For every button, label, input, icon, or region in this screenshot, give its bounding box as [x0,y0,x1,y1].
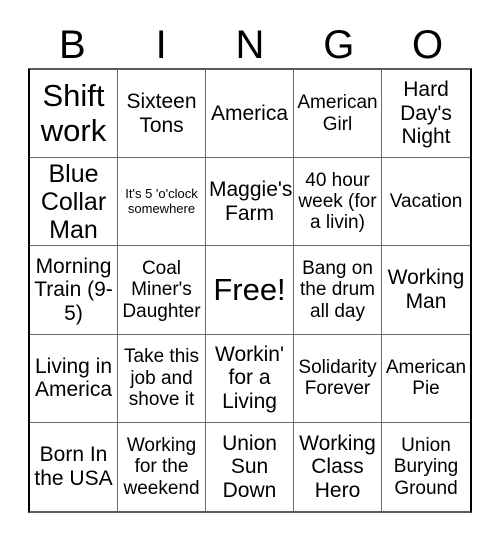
bingo-cell[interactable]: Working Man [382,246,470,335]
bingo-cell[interactable]: Union Sun Down [206,422,294,511]
bingo-cell[interactable]: Union Burying Ground [382,422,470,511]
bingo-cell-label: America [210,101,289,125]
bingo-free-space[interactable]: Free! [206,246,294,335]
bingo-cell[interactable]: America [206,70,294,159]
bingo-cell[interactable]: Sixteen Tons [118,70,206,159]
bingo-cell-label: Working for the weekend [123,434,200,499]
bingo-cell[interactable]: Living in America [30,334,118,423]
bingo-header: B I N G O [28,22,472,68]
bingo-cell[interactable]: Vacation [382,158,470,247]
bingo-cell-label: Maggie's Farm [209,178,293,225]
bingo-cell[interactable]: Hard Day's Night [382,70,470,159]
bingo-cell-label: Working Class Hero [299,431,376,502]
bingo-cell-label: Working Man [387,266,465,313]
bingo-header-letter-i: I [155,23,167,67]
bingo-cell-label: Take this job and shove it [124,346,199,410]
bingo-cell-label: American Girl [297,92,378,135]
bingo-card: B I N G O Shift work Sixteen Tons America A… [0,0,500,544]
bingo-cell-label: Free! [213,271,286,307]
bingo-cell-label: Union Burying Ground [393,434,459,499]
bingo-cell[interactable]: Solidarity Forever [294,334,382,423]
bingo-cell[interactable]: American Pie [382,334,470,423]
bingo-cell-label: It's 5 'o'clock somewhere [125,186,198,216]
bingo-cell[interactable]: Coal Miner's Daughter [118,246,206,335]
bingo-cell-label: Shift work [40,77,107,148]
bingo-cell-label: Living in America [34,354,113,402]
bingo-header-letter-b: B [59,23,86,67]
bingo-header-letter-n: N [235,23,265,67]
bingo-cell-label: 40 hour week (for a livin) [298,169,377,234]
bingo-cell-label: American Pie [385,356,467,400]
bingo-cell[interactable]: It's 5 'o'clock somewhere [118,158,206,247]
bingo-cell-label: Blue Collar Man [40,159,107,244]
bingo-cell[interactable]: Shift work [30,70,118,159]
bingo-header-letter-o: O [412,23,444,67]
bingo-cell[interactable]: Born In the USA [30,422,118,511]
bingo-cell[interactable]: Bang on the drum all day [294,246,382,335]
bingo-cell[interactable]: Morning Train (9-5) [30,246,118,335]
bingo-cell-label: Born In the USA [34,443,113,490]
bingo-cell-label: Vacation [389,191,463,213]
bingo-cell[interactable]: Working Class Hero [294,422,382,511]
bingo-cell[interactable]: Blue Collar Man [30,158,118,247]
bingo-cell[interactable]: Working for the weekend [118,422,206,511]
bingo-cell-label: Solidarity Forever [298,356,377,400]
bingo-cell[interactable]: Take this job and shove it [118,334,206,423]
bingo-cell[interactable]: American Girl [294,70,382,159]
bingo-cell-label: Hard Day's Night [400,78,452,149]
bingo-cell-label: Coal Miner's Daughter [122,258,201,322]
bingo-cell-label: Workin' for a Living [215,342,284,413]
bingo-cell-label: Bang on the drum all day [300,258,375,322]
bingo-cell[interactable]: 40 hour week (for a livin) [294,158,382,247]
bingo-cell[interactable]: Maggie's Farm [206,158,294,247]
bingo-header-letter-g: G [323,23,355,67]
bingo-cell-label: Sixteen Tons [126,90,197,137]
bingo-grid: Shift work Sixteen Tons America American Gi… [28,68,472,513]
bingo-cell-label: Morning Train (9-5) [34,254,113,325]
bingo-cell[interactable]: Workin' for a Living [206,334,294,423]
bingo-cell-label: Union Sun Down [222,431,277,502]
